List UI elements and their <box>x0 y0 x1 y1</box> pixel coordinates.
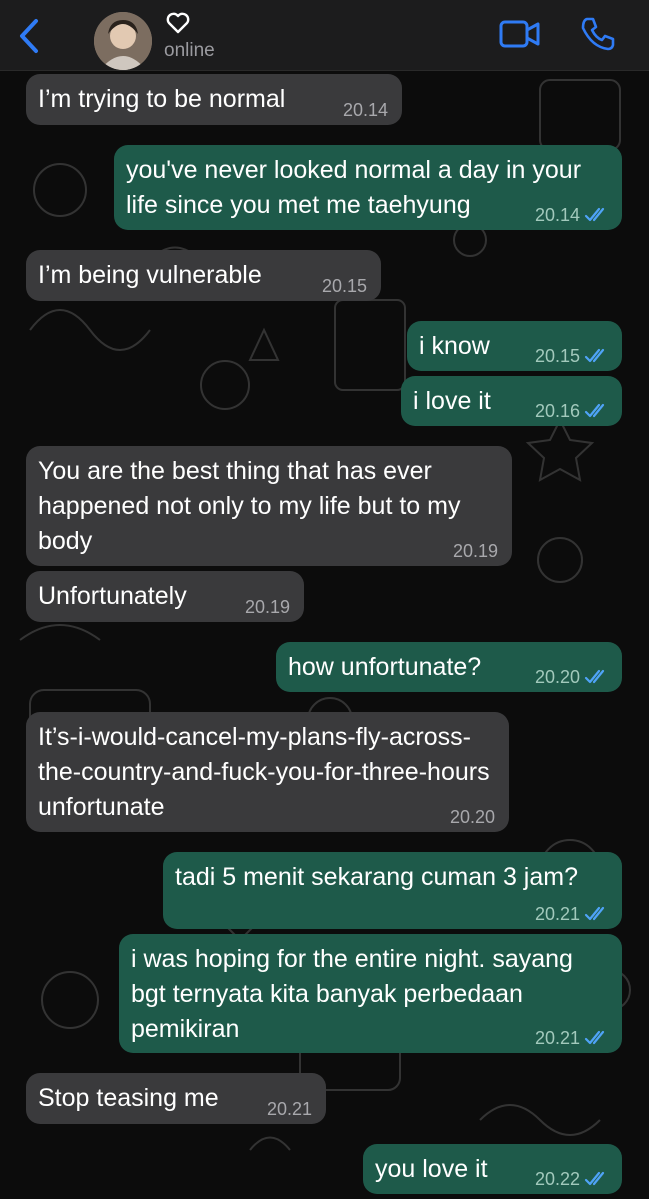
message-meta: 20.15 <box>322 277 367 295</box>
message-meta: 20.20 <box>450 808 495 826</box>
message-time: 20.21 <box>266 1099 312 1119</box>
message-text: I’m being vulnerable <box>38 261 262 289</box>
double-check-icon <box>584 348 605 363</box>
message-bubble-incoming[interactable]: I’m being vulnerable 20.15 <box>26 250 381 301</box>
video-camera-icon <box>499 20 540 48</box>
message-meta: 20.22 <box>535 1170 608 1188</box>
message-bubble-incoming[interactable]: Unfortunately 20.19 <box>26 571 304 622</box>
message-meta: 20.19 <box>245 598 290 616</box>
message-time: 20.20 <box>534 667 580 687</box>
message-text: tadi 5 menit sekarang cuman 3 jam? <box>175 863 578 891</box>
message-bubble-outgoing[interactable]: you love it 20.22 <box>363 1144 622 1194</box>
message-time: 20.21 <box>534 1028 580 1048</box>
message-text: I’m trying to be normal <box>38 85 286 113</box>
heart-outline-icon <box>166 12 190 34</box>
message-time: 20.19 <box>244 597 290 617</box>
message-time: 20.19 <box>452 541 498 561</box>
message-time: 20.22 <box>534 1169 580 1189</box>
contact-status: online <box>164 40 215 61</box>
contact-name[interactable] <box>164 9 192 37</box>
message-bubble-outgoing[interactable]: how unfortunate? 20.20 <box>276 642 622 692</box>
message-meta: 20.15 <box>535 347 608 365</box>
message-bubble-incoming[interactable]: Stop teasing me 20.21 <box>26 1073 326 1124</box>
message-meta: 20.14 <box>343 101 388 119</box>
message-time: 20.14 <box>534 205 580 225</box>
video-call-button[interactable] <box>499 18 541 50</box>
message-bubble-outgoing[interactable]: i was hoping for the entire night. sayan… <box>119 934 622 1053</box>
message-time: 20.15 <box>534 346 580 366</box>
message-time: 20.16 <box>534 401 580 421</box>
message-time: 20.14 <box>342 100 388 120</box>
voice-call-button[interactable] <box>579 16 615 52</box>
chat-header: online <box>0 0 649 71</box>
message-meta: 20.14 <box>535 206 608 224</box>
message-time: 20.20 <box>449 807 495 827</box>
message-meta: 20.19 <box>453 542 498 560</box>
message-meta: 20.21 <box>535 905 608 923</box>
chevron-left-icon <box>20 19 38 53</box>
message-meta: 20.16 <box>535 402 608 420</box>
double-check-icon <box>584 207 605 222</box>
message-text: You are the best thing that has ever hap… <box>38 457 461 555</box>
message-bubble-incoming[interactable]: You are the best thing that has ever hap… <box>26 446 512 566</box>
message-text: It’s-i-would-cancel-my-plans-fly-across-… <box>38 723 490 821</box>
double-check-icon <box>584 1030 605 1045</box>
message-bubble-outgoing[interactable]: you've never looked normal a day in your… <box>114 145 622 230</box>
message-bubble-outgoing[interactable]: i love it 20.16 <box>401 376 622 426</box>
back-button[interactable] <box>14 17 46 55</box>
double-check-icon <box>584 906 605 921</box>
avatar-photo <box>94 12 152 70</box>
message-time: 20.15 <box>321 276 367 296</box>
double-check-icon <box>584 1171 605 1186</box>
message-bubble-incoming[interactable]: It’s-i-would-cancel-my-plans-fly-across-… <box>26 712 509 832</box>
double-check-icon <box>584 669 605 684</box>
message-time: 20.21 <box>534 904 580 924</box>
double-check-icon <box>584 403 605 418</box>
message-bubble-outgoing[interactable]: i know 20.15 <box>407 321 622 371</box>
chat-screen: online I’m trying to be normal 20.14 you… <box>0 0 649 1199</box>
message-meta: 20.20 <box>535 668 608 686</box>
message-meta: 20.21 <box>535 1029 608 1047</box>
avatar[interactable] <box>94 12 152 70</box>
message-bubble-incoming[interactable]: I’m trying to be normal 20.14 <box>26 74 402 125</box>
message-bubble-outgoing[interactable]: tadi 5 menit sekarang cuman 3 jam? 20.21 <box>163 852 622 929</box>
phone-icon <box>581 17 615 51</box>
message-meta: 20.21 <box>267 1100 312 1118</box>
